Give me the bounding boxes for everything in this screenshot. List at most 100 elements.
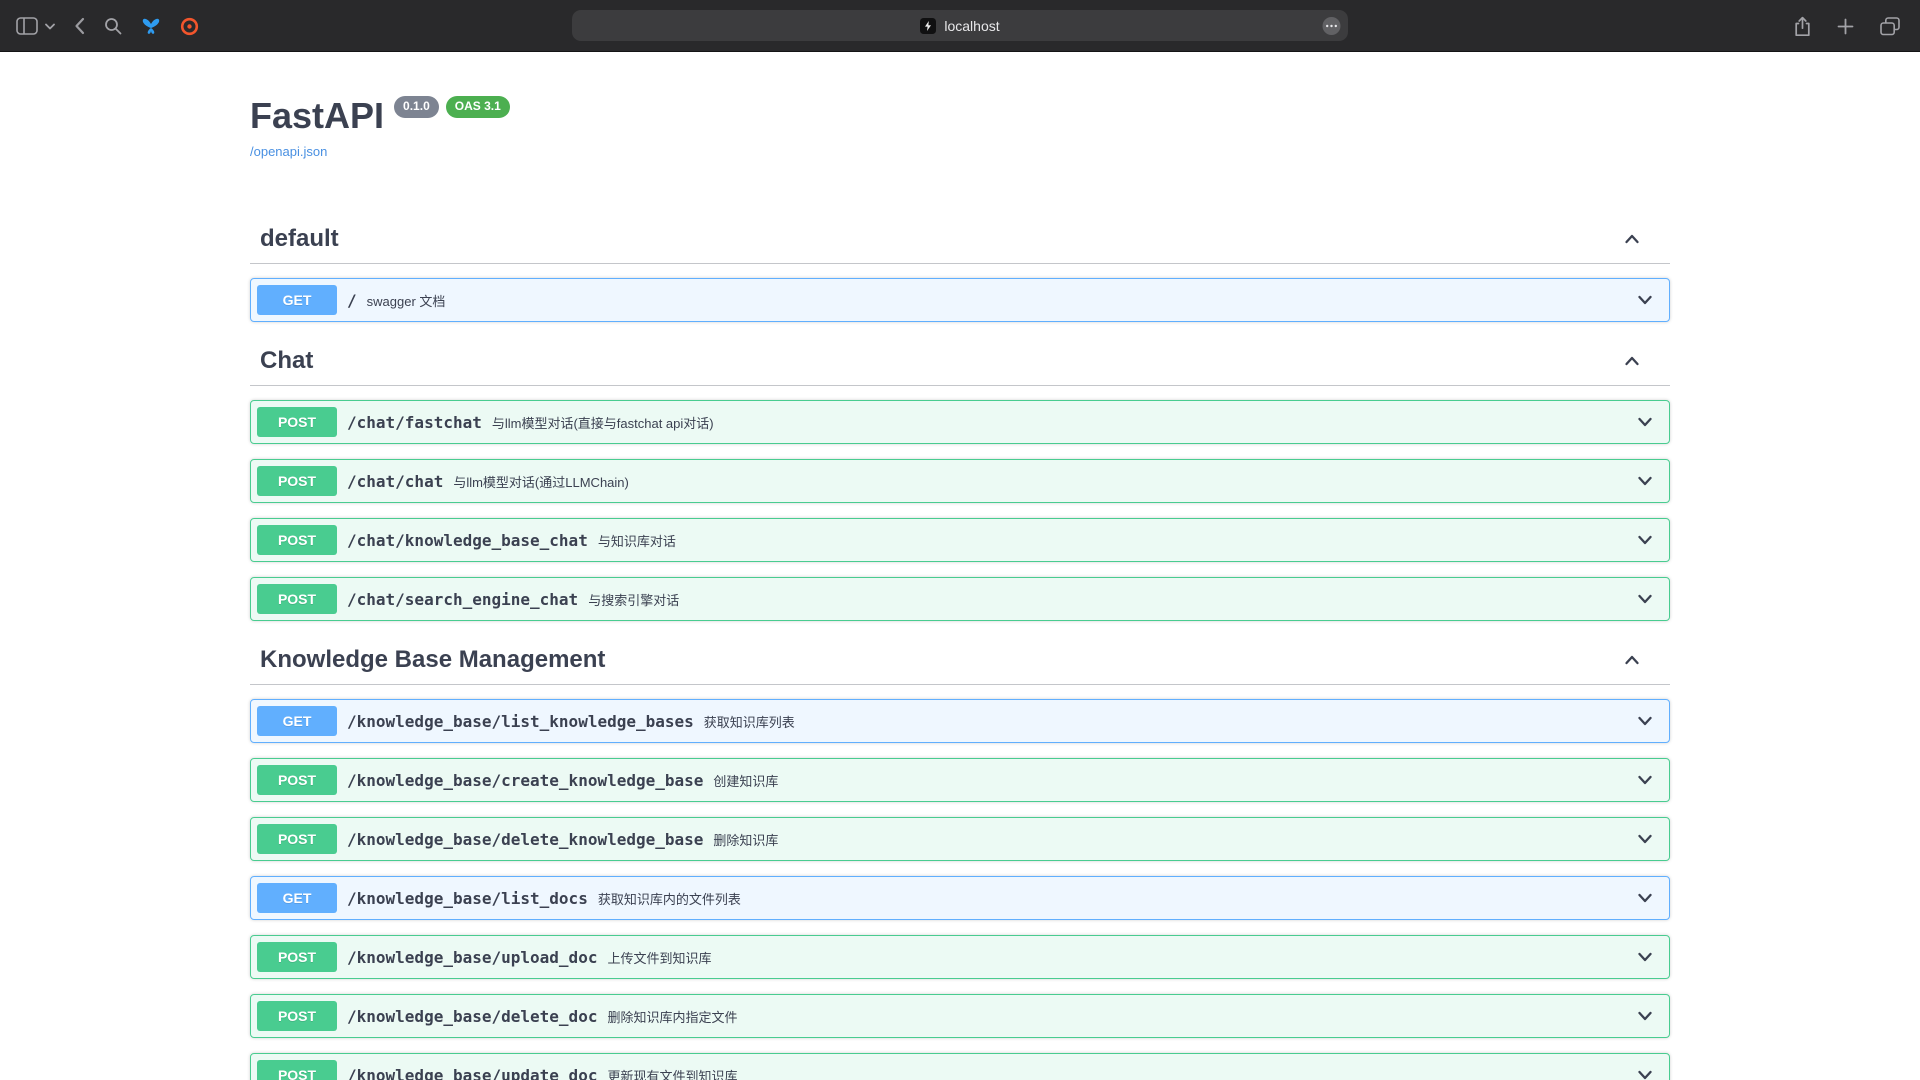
expand-operation-button[interactable] <box>1635 412 1655 432</box>
collapse-section-button[interactable] <box>1622 229 1642 249</box>
oas-badge: OAS 3.1 <box>446 96 510 118</box>
section-title: Knowledge Base Management <box>260 646 605 674</box>
operation-description: 获取知识库内的文件列表 <box>598 889 1635 908</box>
page-content: FastAPI 0.1.0 OAS 3.1 /openapi.json defa… <box>0 0 1920 1080</box>
operation-path: /knowledge_base/list_knowledge_bases <box>337 712 704 731</box>
operation-row[interactable]: POST /chat/fastchat 与llm模型对话(直接与fastchat… <box>250 400 1670 444</box>
section-header-knowledge-base-management[interactable]: Knowledge Base Management <box>250 636 1670 685</box>
operation-row[interactable]: POST /knowledge_base/update_doc 更新现有文件到知… <box>250 1053 1670 1080</box>
page-settings-button[interactable] <box>1322 16 1341 35</box>
operation-summary[interactable]: GET / swagger 文档 <box>251 279 1669 321</box>
operation-description: 删除知识库 <box>713 830 1635 849</box>
operation-path: /chat/knowledge_base_chat <box>337 531 598 550</box>
browser-toolbar: localhost <box>0 0 1920 52</box>
operation-row[interactable]: POST /chat/knowledge_base_chat 与知识库对话 <box>250 518 1670 562</box>
tab-overview-button[interactable] <box>1880 17 1900 36</box>
operation-row[interactable]: POST /knowledge_base/upload_doc 上传文件到知识库 <box>250 935 1670 979</box>
api-info: FastAPI 0.1.0 OAS 3.1 /openapi.json <box>250 95 1670 161</box>
operation-summary[interactable]: POST /knowledge_base/delete_knowledge_ba… <box>251 818 1669 860</box>
operation-summary[interactable]: POST /chat/fastchat 与llm模型对话(直接与fastchat… <box>251 401 1669 443</box>
new-tab-button[interactable] <box>1837 18 1854 35</box>
chevron-down-icon <box>1635 1065 1655 1080</box>
version-badge: 0.1.0 <box>394 96 439 118</box>
toolbar-right-group <box>1794 0 1900 52</box>
expand-operation-button[interactable] <box>1635 1006 1655 1026</box>
operation-path: / <box>337 291 367 310</box>
operation-row[interactable]: POST /knowledge_base/create_knowledge_ba… <box>250 758 1670 802</box>
operation-summary[interactable]: GET /knowledge_base/list_knowledge_bases… <box>251 700 1669 742</box>
address-bar[interactable]: localhost <box>572 10 1348 41</box>
operation-description: 更新现有文件到知识库 <box>607 1066 1635 1080</box>
operation-path: /knowledge_base/delete_doc <box>337 1007 607 1026</box>
address-url: localhost <box>944 18 999 34</box>
expand-operation-button[interactable] <box>1635 290 1655 310</box>
operation-summary[interactable]: POST /chat/knowledge_base_chat 与知识库对话 <box>251 519 1669 561</box>
chevron-down-icon <box>1635 1006 1655 1026</box>
blue-extension-icon <box>141 17 161 35</box>
expand-operation-button[interactable] <box>1635 711 1655 731</box>
operation-path: /chat/chat <box>337 472 453 491</box>
operation-row[interactable]: POST /chat/chat 与llm模型对话(通过LLMChain) <box>250 459 1670 503</box>
orange-extension-button[interactable] <box>180 17 199 36</box>
operation-path: /knowledge_base/create_knowledge_base <box>337 771 713 790</box>
expand-operation-button[interactable] <box>1635 589 1655 609</box>
expand-operation-button[interactable] <box>1635 829 1655 849</box>
operation-description: 删除知识库内指定文件 <box>607 1007 1635 1026</box>
tag-section: Chat POST /chat/fastchat 与llm模型对话(直接与fas… <box>250 337 1670 621</box>
http-method-badge: POST <box>257 407 337 437</box>
tag-section: default GET / swagger 文档 <box>250 215 1670 322</box>
expand-operation-button[interactable] <box>1635 471 1655 491</box>
operation-path: /chat/fastchat <box>337 413 492 432</box>
operation-row[interactable]: GET /knowledge_base/list_knowledge_bases… <box>250 699 1670 743</box>
operation-summary[interactable]: POST /knowledge_base/upload_doc 上传文件到知识库 <box>251 936 1669 978</box>
section-header-chat[interactable]: Chat <box>250 337 1670 386</box>
http-method-badge: POST <box>257 1001 337 1031</box>
http-method-badge: POST <box>257 1060 337 1080</box>
search-button[interactable] <box>104 17 122 35</box>
openapi-spec-link[interactable]: /openapi.json <box>250 144 327 159</box>
share-button[interactable] <box>1794 16 1811 37</box>
expand-operation-button[interactable] <box>1635 770 1655 790</box>
http-method-badge: GET <box>257 706 337 736</box>
operation-row[interactable]: POST /chat/search_engine_chat 与搜索引擎对话 <box>250 577 1670 621</box>
chevron-down-icon <box>1635 888 1655 908</box>
expand-operation-button[interactable] <box>1635 947 1655 967</box>
operation-description: 上传文件到知识库 <box>607 948 1635 967</box>
operation-row[interactable]: POST /knowledge_base/delete_knowledge_ba… <box>250 817 1670 861</box>
operations-list: GET /knowledge_base/list_knowledge_bases… <box>250 685 1670 1080</box>
chevron-up-icon <box>1622 229 1642 249</box>
http-method-badge: POST <box>257 942 337 972</box>
tab-overview-icon <box>1880 17 1900 36</box>
expand-operation-button[interactable] <box>1635 530 1655 550</box>
api-title: FastAPI <box>250 95 384 137</box>
operation-summary[interactable]: POST /knowledge_base/delete_doc 删除知识库内指定… <box>251 995 1669 1037</box>
back-button[interactable] <box>74 17 85 35</box>
operation-path: /knowledge_base/update_doc <box>337 1066 607 1080</box>
operation-description: swagger 文档 <box>367 291 1635 310</box>
operation-row[interactable]: GET /knowledge_base/list_docs 获取知识库内的文件列… <box>250 876 1670 920</box>
chevron-down-icon <box>1635 770 1655 790</box>
ellipsis-icon <box>1322 16 1341 35</box>
operation-row[interactable]: GET / swagger 文档 <box>250 278 1670 322</box>
operation-summary[interactable]: POST /knowledge_base/create_knowledge_ba… <box>251 759 1669 801</box>
operation-description: 与知识库对话 <box>598 531 1635 550</box>
http-method-badge: GET <box>257 285 337 315</box>
page-title: FastAPI 0.1.0 OAS 3.1 <box>250 95 1670 137</box>
chevron-down-icon <box>1635 711 1655 731</box>
operation-summary[interactable]: POST /chat/chat 与llm模型对话(通过LLMChain) <box>251 460 1669 502</box>
operation-summary[interactable]: GET /knowledge_base/list_docs 获取知识库内的文件列… <box>251 877 1669 919</box>
collapse-section-button[interactable] <box>1622 351 1642 371</box>
sidebar-chevron-button[interactable] <box>45 23 55 30</box>
operation-summary[interactable]: POST /chat/search_engine_chat 与搜索引擎对话 <box>251 578 1669 620</box>
collapse-section-button[interactable] <box>1622 650 1642 670</box>
blue-extension-button[interactable] <box>141 17 161 35</box>
operation-summary[interactable]: POST /knowledge_base/update_doc 更新现有文件到知… <box>251 1054 1669 1080</box>
sidebar-toggle-button[interactable] <box>16 17 38 35</box>
section-title: Chat <box>260 347 313 375</box>
operation-row[interactable]: POST /knowledge_base/delete_doc 删除知识库内指定… <box>250 994 1670 1038</box>
sidebar-toggle-icon <box>16 17 38 35</box>
section-header-default[interactable]: default <box>250 215 1670 264</box>
expand-operation-button[interactable] <box>1635 888 1655 908</box>
expand-operation-button[interactable] <box>1635 1065 1655 1080</box>
operation-path: /knowledge_base/list_docs <box>337 889 598 908</box>
